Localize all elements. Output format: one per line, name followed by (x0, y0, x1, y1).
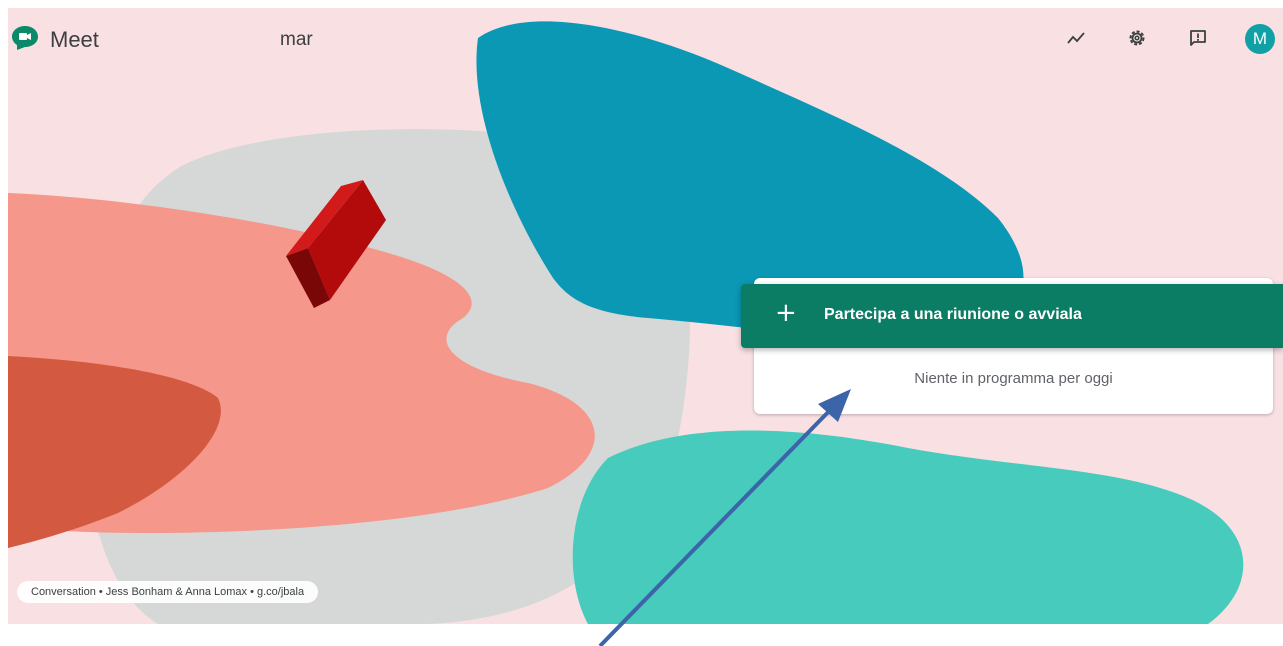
meet-logo-icon (12, 26, 38, 50)
join-or-start-meeting-button[interactable]: + Partecipa a una riunione o avviala (741, 284, 1283, 348)
background-credit-link[interactable]: Conversation • Jess Bonham & Anna Lomax … (17, 581, 319, 603)
plus-icon: + (775, 298, 797, 328)
feedback-icon[interactable] (1184, 24, 1212, 52)
quality-trend-icon[interactable] (1062, 24, 1090, 52)
settings-gear-icon[interactable] (1123, 24, 1151, 52)
date-time: mar (280, 29, 313, 50)
account-avatar[interactable]: M (1245, 24, 1275, 54)
join-button-label: Partecipa a una riunione o avviala (824, 306, 1082, 323)
meet-home-screen: Meet mar M + Partecipa a una riunione o … (8, 8, 1283, 624)
app-title: Meet (50, 27, 99, 52)
empty-schedule-message: Niente in programma per oggi (914, 370, 1113, 387)
mint-shape (572, 430, 1244, 624)
top-bar: Meet mar M (8, 8, 1283, 72)
